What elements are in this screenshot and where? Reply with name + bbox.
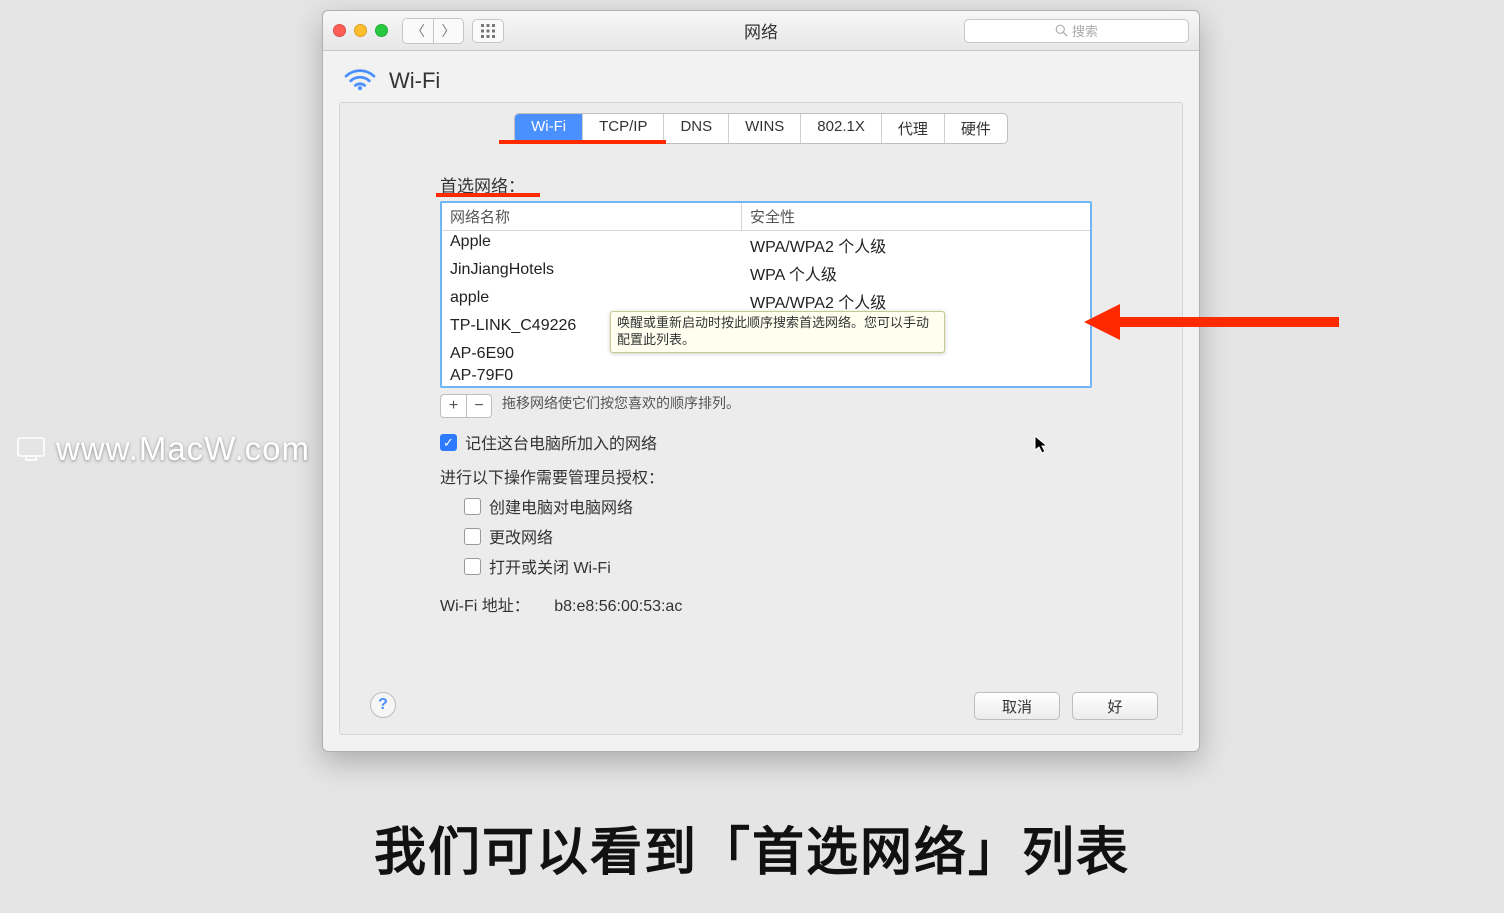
- network-preferences-window: 〈 〉 网络 搜索 Wi-Fi Wi-FiTCP/IPDNSWINS802.1X…: [322, 10, 1200, 752]
- add-network-button[interactable]: +: [440, 394, 466, 418]
- column-network-name[interactable]: 网络名称: [442, 203, 742, 230]
- network-security: [742, 365, 1090, 386]
- tab-tcpip[interactable]: TCP/IP: [583, 114, 664, 143]
- close-button[interactable]: [333, 24, 346, 37]
- add-remove-buttons: + −: [440, 394, 492, 418]
- remember-networks-label: 记住这台电脑所加入的网络: [465, 430, 657, 454]
- chevron-left-icon: 〈: [411, 23, 425, 39]
- minimize-button[interactable]: [354, 24, 367, 37]
- admin-option-label: 创建电脑对电脑网络: [489, 494, 633, 518]
- remember-networks-checkbox[interactable]: [440, 434, 457, 451]
- cancel-button[interactable]: 取消: [974, 692, 1060, 720]
- minus-icon: −: [474, 397, 483, 414]
- network-security: WPA/WPA2 个人级: [742, 231, 1090, 259]
- back-button[interactable]: 〈: [403, 19, 433, 43]
- page-title: Wi-Fi: [389, 68, 440, 94]
- zoom-button[interactable]: [375, 24, 388, 37]
- help-icon: ?: [378, 696, 388, 714]
- network-name: JinJiangHotels: [442, 259, 742, 287]
- reorder-hint: 拖移网络使它们按您喜欢的顺序排列。: [502, 391, 740, 415]
- forward-button[interactable]: 〉: [433, 19, 463, 43]
- table-row[interactable]: AP-79F0: [442, 365, 1090, 386]
- tab-wifi[interactable]: Wi-Fi: [515, 114, 583, 143]
- help-button[interactable]: ?: [370, 692, 396, 718]
- network-security: WPA 个人级: [742, 259, 1090, 287]
- table-header: 网络名称 安全性: [442, 203, 1090, 231]
- search-input[interactable]: 搜索: [964, 19, 1189, 43]
- admin-checkbox[interactable]: [464, 558, 481, 575]
- column-security[interactable]: 安全性: [742, 203, 1090, 230]
- wifi-address-row: Wi-Fi 地址： b8:e8:56:00:53:ac: [440, 592, 1092, 616]
- titlebar: 〈 〉 网络 搜索: [323, 11, 1199, 51]
- footer-buttons: 取消 好: [974, 692, 1158, 720]
- grid-icon: [481, 24, 495, 38]
- watermark: www.MacW.com: [16, 430, 310, 468]
- remove-network-button[interactable]: −: [466, 394, 492, 418]
- video-caption: 我们可以看到「首选网络」列表: [0, 810, 1504, 885]
- ok-button[interactable]: 好: [1072, 692, 1158, 720]
- tab-8021x[interactable]: 802.1X: [801, 114, 882, 143]
- table-row[interactable]: AppleWPA/WPA2 个人级: [442, 231, 1090, 259]
- preferred-networks-table[interactable]: 网络名称 安全性 AppleWPA/WPA2 个人级JinJiangHotels…: [440, 201, 1092, 388]
- tab-dns[interactable]: DNS: [664, 114, 729, 143]
- annotation-underline: [436, 193, 540, 197]
- admin-checkbox[interactable]: [464, 528, 481, 545]
- table-row[interactable]: JinJiangHotelsWPA 个人级: [442, 259, 1090, 287]
- tab-[interactable]: 硬件: [945, 114, 1007, 143]
- nav-buttons: 〈 〉: [402, 18, 464, 44]
- header-row: Wi-Fi: [323, 51, 1199, 102]
- admin-label: 进行以下操作需要管理员授权：: [440, 464, 1092, 488]
- show-all-button[interactable]: [472, 19, 504, 43]
- wifi-address-value: b8:e8:56:00:53:ac: [554, 598, 682, 615]
- admin-option: 创建电脑对电脑网络: [464, 494, 1092, 518]
- annotation-arrow: [1084, 302, 1344, 362]
- tab-wins[interactable]: WINS: [729, 114, 801, 143]
- admin-option: 更改网络: [464, 524, 1092, 548]
- tooltip: 唤醒或重新启动时按此顺序搜索首选网络。您可以手动配置此列表。: [610, 311, 945, 353]
- content-pane: Wi-FiTCP/IPDNSWINS802.1X代理硬件 首选网络： 网络名称 …: [339, 102, 1183, 735]
- admin-list: 创建电脑对电脑网络更改网络打开或关闭 Wi-Fi: [464, 494, 1092, 578]
- admin-checkbox[interactable]: [464, 498, 481, 515]
- wifi-address-label: Wi-Fi 地址：: [440, 598, 530, 615]
- search-placeholder: 搜索: [1072, 21, 1098, 40]
- admin-option: 打开或关闭 Wi-Fi: [464, 554, 1092, 578]
- plus-icon: +: [449, 397, 458, 414]
- wifi-icon: [343, 65, 377, 96]
- admin-option-label: 打开或关闭 Wi-Fi: [489, 554, 611, 578]
- traffic-lights: [333, 24, 388, 37]
- watermark-icon: [16, 434, 46, 464]
- network-name: Apple: [442, 231, 742, 259]
- chevron-right-icon: 〉: [442, 23, 456, 39]
- network-name: AP-79F0: [442, 365, 742, 386]
- remember-networks-row: 记住这台电脑所加入的网络: [440, 430, 1092, 454]
- search-icon: [1055, 24, 1068, 37]
- admin-option-label: 更改网络: [489, 524, 553, 548]
- tab-[interactable]: 代理: [882, 114, 945, 143]
